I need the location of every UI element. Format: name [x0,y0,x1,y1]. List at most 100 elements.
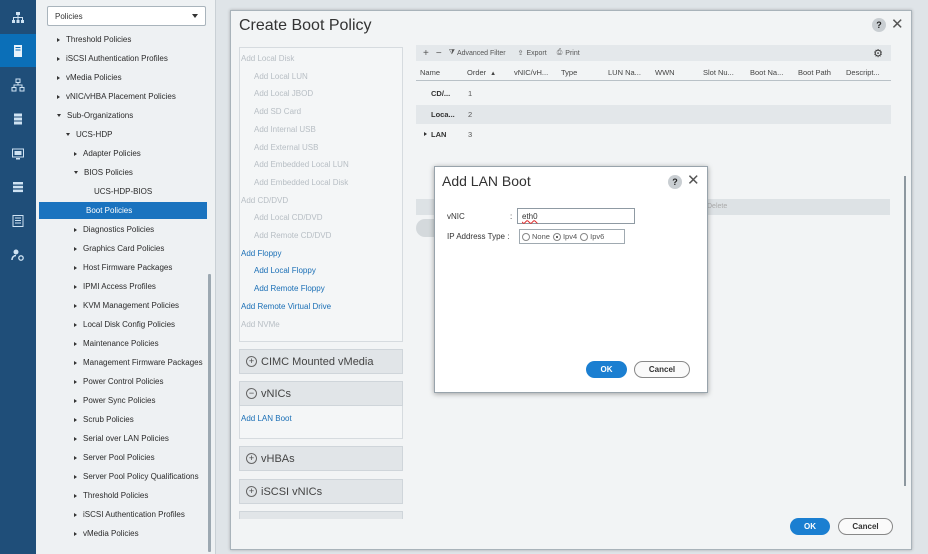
print-button[interactable]: ⎙ Print [557,49,580,57]
server-icon[interactable] [0,34,36,67]
gear-icon[interactable]: ⚙ [873,47,883,60]
caret-right-icon[interactable] [74,455,77,460]
caret-right-icon[interactable] [57,56,60,61]
caret-right-icon[interactable] [74,493,77,498]
nav-tree-item[interactable]: Power Sync Policies [74,392,155,409]
close-icon[interactable]: ✕ [891,17,904,32]
nav-tree-item[interactable]: iSCSI Authentication Profiles [57,50,168,67]
admin-icon[interactable] [0,204,36,237]
caret-right-icon[interactable] [74,341,77,346]
column-header[interactable]: Boot Na... [750,68,783,77]
caret-right-icon[interactable] [74,151,77,156]
caret-right-icon[interactable] [74,398,77,403]
settings-user-icon[interactable] [0,238,36,271]
caret-right-icon[interactable] [74,436,77,441]
caret-down-icon[interactable] [74,171,78,174]
close-icon[interactable]: ✕ [687,173,700,188]
export-button[interactable]: ⇪ Export [518,49,547,58]
nav-tree-item[interactable]: Graphics Card Policies [74,240,164,257]
boot-option-link[interactable]: Add Local JBOD [254,89,313,98]
nav-tree-item[interactable]: UCS-HDP-BIOS [94,183,152,200]
cimc-vmedia-section[interactable]: + CIMC Mounted vMedia [239,349,403,374]
caret-right-icon[interactable] [74,474,77,479]
iscsi-vnics-section[interactable]: + iSCSI vNICs [239,479,403,504]
network-icon[interactable] [0,1,36,34]
caret-right-icon[interactable] [57,75,60,80]
caret-right-icon[interactable] [74,512,77,517]
column-header[interactable]: Slot Nu... [703,68,734,77]
boot-option-link[interactable]: Add Local CD/DVD [254,213,322,222]
cancel-button[interactable]: Cancel [838,518,893,535]
caret-right-icon[interactable] [74,246,77,251]
nav-tree-item[interactable]: Threshold Policies [74,487,148,504]
nav-tree-item[interactable]: vMedia Policies [57,69,122,86]
caret-right-icon[interactable] [74,322,77,327]
nav-tree-item[interactable]: Maintenance Policies [74,335,159,352]
chassis-icon[interactable] [0,137,36,170]
nav-tree-item[interactable]: Power Control Policies [74,373,163,390]
nav-tree-item[interactable]: Scrub Policies [74,411,134,428]
boot-option-link[interactable]: Add CD/DVD [241,196,288,205]
ip-type-radio[interactable]: None [522,232,550,241]
boot-option-link[interactable]: Add Remote Virtual Drive [241,302,331,311]
boot-option-link[interactable]: Add Remote CD/DVD [254,231,331,240]
column-header[interactable]: Boot Path [798,68,831,77]
boot-option-link[interactable]: Add Local LUN [254,72,308,81]
vnics-section[interactable]: − vNICs [239,381,403,406]
boot-option-link[interactable]: Add Local Floppy [254,266,316,275]
caret-right-icon[interactable] [74,227,77,232]
dialog-scrollbar[interactable] [904,176,906,486]
cancel-button[interactable]: Cancel [634,361,690,378]
nav-tree-item[interactable]: UCS-HDP [66,126,112,143]
nav-tree-item[interactable]: Adapter Policies [74,145,141,162]
nav-tree-item[interactable]: iSCSI Authentication Profiles [74,506,185,523]
column-header[interactable]: Order ▲ [467,68,496,77]
boot-option-link[interactable]: Add Embedded Local Disk [254,178,348,187]
caret-right-icon[interactable] [74,531,77,536]
lan-icon[interactable] [0,68,36,101]
add-row-button[interactable]: + [423,48,429,59]
nav-tree-item[interactable]: Host Firmware Packages [74,259,172,276]
caret-right-icon[interactable] [74,265,77,270]
vm-icon[interactable] [0,170,36,203]
ok-button[interactable]: OK [790,518,830,535]
storage-icon[interactable] [0,102,36,135]
nav-tree-item[interactable]: Diagnostics Policies [74,221,154,238]
boot-option-link[interactable]: Add Remote Floppy [254,284,325,293]
caret-right-icon[interactable] [74,417,77,422]
boot-option-link[interactable]: Add Local Disk [241,54,294,63]
nav-tree-item[interactable]: Management Firmware Packages [74,354,203,371]
nav-tree-item[interactable]: IPMI Access Profiles [74,278,156,295]
caret-down-icon[interactable] [57,114,61,117]
nav-tree-item[interactable]: Threshold Policies [57,31,131,48]
column-header[interactable]: vNIC/vH... [514,68,548,77]
caret-right-icon[interactable] [424,132,427,136]
column-header[interactable]: Type [561,68,577,77]
boot-option-link[interactable]: Add External USB [254,143,318,152]
nav-tree-item[interactable]: Local Disk Config Policies [74,316,175,333]
boot-option-link[interactable]: Add Embedded Local LUN [254,160,349,169]
caret-right-icon[interactable] [57,94,60,99]
remove-row-button[interactable]: − [436,48,442,59]
caret-right-icon[interactable] [74,303,77,308]
nav-tree-item[interactable]: vMedia Policies [74,525,139,542]
table-row[interactable]: Loca... 2 [416,104,891,124]
table-row[interactable]: LAN 3 [416,125,891,144]
boot-option-link[interactable]: Add NVMe [241,320,280,329]
caret-down-icon[interactable] [66,133,70,136]
boot-option-link[interactable]: Add Internal USB [254,125,316,134]
help-icon[interactable]: ? [668,175,682,189]
nav-tree-item[interactable]: vNIC/vHBA Placement Policies [57,88,176,105]
caret-right-icon[interactable] [74,379,77,384]
nav-tree-item[interactable]: Server Pool Policy Qualifications [74,468,199,485]
nav-tree-item[interactable]: BIOS Policies [74,164,133,181]
boot-option-link[interactable]: Add SD Card [254,107,301,116]
policy-filter-select[interactable]: Policies [47,6,206,26]
ip-type-radio[interactable]: Ipv4 [552,232,577,241]
nav-tree-item[interactable]: Server Pool Policies [74,449,155,466]
caret-right-icon[interactable] [57,37,60,42]
column-header[interactable]: Descript... [846,68,880,77]
nav-tree-item[interactable]: Sub-Organizations [57,107,133,124]
vhbas-section[interactable]: + vHBAs [239,446,403,471]
nav-tree-item[interactable]: Boot Policies [39,202,207,219]
